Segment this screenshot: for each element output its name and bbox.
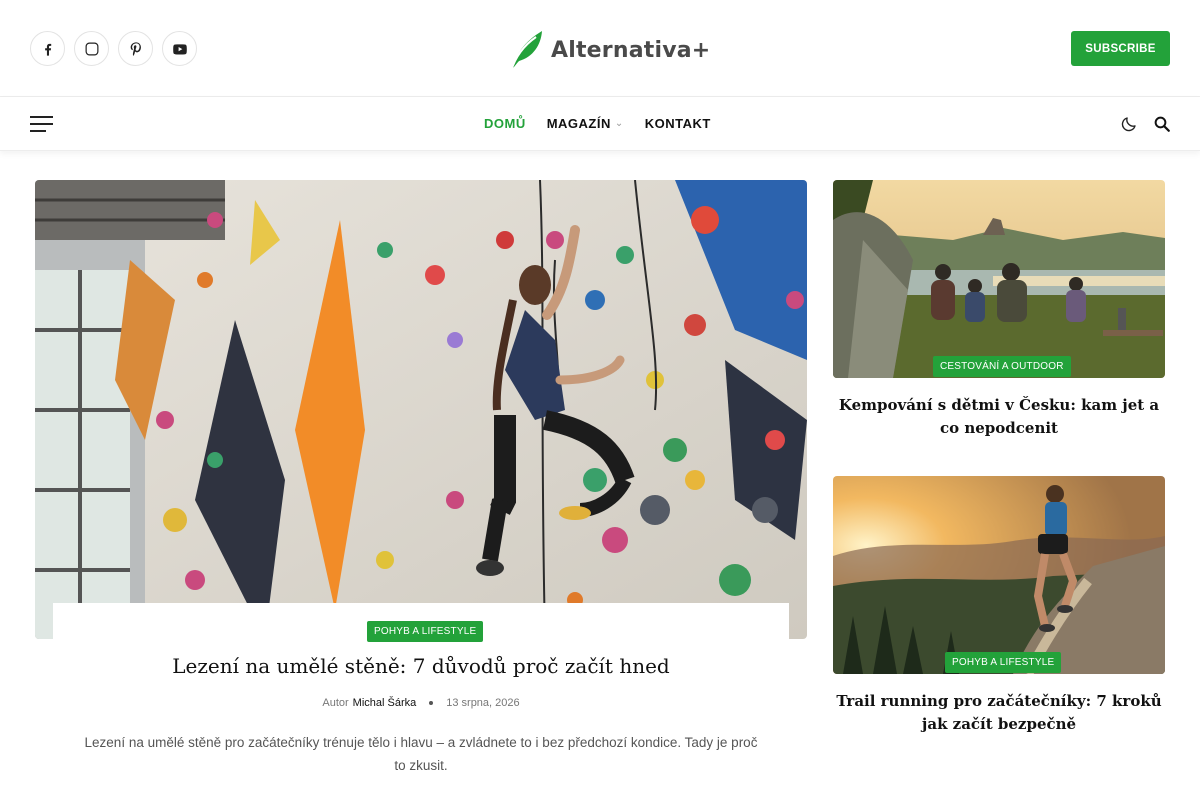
subscribe-button[interactable]: SUBSCRIBE [1071,31,1170,66]
category-badge[interactable]: POHYB A LIFESTYLE [945,652,1062,673]
nav-item-label: MAGAZÍN [546,116,611,131]
author-link[interactable]: Michal Šárka [353,697,417,709]
top-header: Alternativa+ SUBSCRIBE [0,0,1200,97]
main-nav: DOMŮ MAGAZÍN ⌄ KONTAKT [0,97,1200,151]
leaf-icon [510,31,542,72]
featured-excerpt: Lezení na umělé stěně pro začátečníky tr… [84,735,758,773]
nav-item-label: DOMŮ [484,116,526,131]
category-badge[interactable]: CESTOVÁNÍ A OUTDOOR [933,356,1071,377]
featured-title[interactable]: Lezení na umělé stěně: 7 důvodů proč zač… [53,654,789,678]
site-logo[interactable]: Alternativa+ [506,28,710,72]
post-image-trail-running[interactable] [833,476,1165,674]
youtube-icon [172,43,187,54]
facebook-button[interactable] [30,31,65,66]
category-badge[interactable]: POHYB A LIFESTYLE [367,621,484,642]
facebook-icon [44,43,51,56]
nav-item-magazine[interactable]: MAGAZÍN ⌄ [547,116,624,131]
dark-mode-moon-icon[interactable] [1120,115,1138,133]
instagram-icon [85,42,98,55]
post-date: 13 srpna, 2026 [446,697,520,709]
pinterest-icon [130,41,141,56]
search-icon[interactable] [1153,115,1171,133]
meta-separator [429,701,434,705]
featured-image-climbing-wall[interactable] [35,180,807,639]
logo-text: Alternativa+ [551,37,711,63]
nav-item-label: KONTAKT [644,116,711,131]
post-title[interactable]: Kempování s dětmi v Česku: kam jet a co … [833,394,1165,440]
pinterest-button[interactable] [118,31,153,66]
article-meta: Autor Michal Šárka 13 srpna, 2026 [53,697,789,709]
social-links [30,31,197,66]
author-prefix: Autor [322,697,349,709]
youtube-button[interactable] [162,31,197,66]
nav-menu: DOMŮ MAGAZÍN ⌄ KONTAKT [484,97,711,150]
instagram-button[interactable] [74,31,109,66]
nav-item-home[interactable]: DOMŮ [484,116,526,131]
post-title[interactable]: Trail running pro začátečníky: 7 kroků j… [833,690,1165,736]
post-image-camping[interactable] [833,180,1165,378]
chevron-down-icon: ⌄ [614,118,624,129]
nav-item-contact[interactable]: KONTAKT [645,116,711,131]
hamburger-menu-icon[interactable] [30,116,53,132]
